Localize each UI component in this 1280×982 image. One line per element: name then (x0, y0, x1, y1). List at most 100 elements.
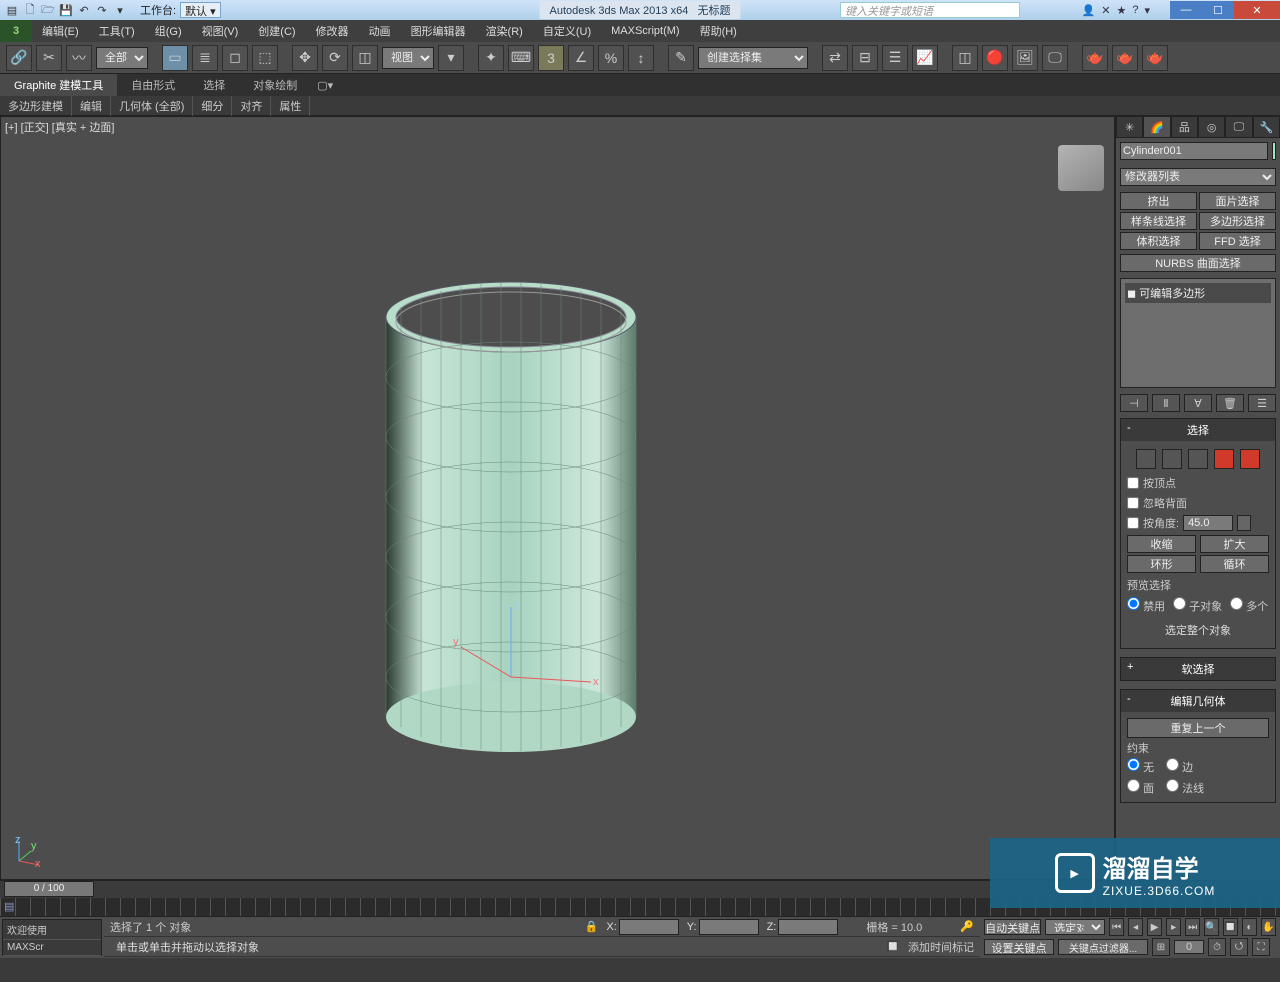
viewcube[interactable] (1058, 145, 1104, 191)
bind-icon[interactable]: 〰 (66, 45, 92, 71)
rollout-soft-header[interactable]: +软选择 (1121, 658, 1275, 680)
rotate-icon[interactable]: ⟳ (322, 45, 348, 71)
ribbon-subdiv[interactable]: 细分 (193, 96, 232, 116)
render-setup-icon[interactable]: 🖼 (1012, 45, 1038, 71)
radio-subobj[interactable] (1173, 597, 1186, 610)
goto-end-icon[interactable]: ⏭ (1185, 918, 1200, 936)
time-config-icon[interactable]: ⏱ (1208, 938, 1226, 956)
layers-icon[interactable]: ☰ (882, 45, 908, 71)
nav-zoom-icon[interactable]: 🔍 (1204, 918, 1219, 936)
menu-grapheditors[interactable]: 图形编辑器 (401, 23, 476, 39)
menu-customize[interactable]: 自定义(U) (533, 23, 601, 39)
subobj-edge[interactable] (1162, 449, 1182, 469)
help-search[interactable]: 键入关键字或短语 (840, 2, 1020, 18)
mod-ffdsel[interactable]: FFD 选择 (1199, 232, 1276, 250)
remove-mod-icon[interactable]: 🗑 (1216, 394, 1244, 412)
ribbon-properties[interactable]: 属性 (271, 96, 310, 116)
named-selection-set[interactable]: 创建选择集 (698, 47, 808, 69)
radio-none[interactable] (1127, 758, 1140, 771)
repeat-last-button[interactable]: 重复上一个 (1127, 718, 1269, 738)
undo-icon[interactable]: ↶ (76, 2, 92, 18)
nav-pan-icon[interactable]: ✋ (1261, 918, 1276, 936)
subobj-element[interactable] (1240, 449, 1260, 469)
nav-zoomall-icon[interactable]: 🔲 (1223, 918, 1238, 936)
panel-tab-modify[interactable]: 🌈 (1143, 116, 1170, 138)
app-logo[interactable]: 3 (0, 20, 32, 42)
pivot-icon[interactable]: ▾ (438, 45, 464, 71)
ribbon-tab-freeform[interactable]: 自由形式 (117, 74, 189, 96)
menu-help[interactable]: 帮助(H) (690, 23, 747, 39)
redo-icon[interactable]: ↷ (94, 2, 110, 18)
configure-icon[interactable]: ☰ (1248, 394, 1276, 412)
play-icon[interactable]: ▶ (1147, 918, 1162, 936)
mirror-icon[interactable]: ⇄ (822, 45, 848, 71)
nav-orbit-icon[interactable]: ⭯ (1230, 938, 1248, 956)
manipulate-icon[interactable]: ✦ (478, 45, 504, 71)
menu-rendering[interactable]: 渲染(R) (476, 23, 533, 39)
exchange-icon[interactable]: ✕ (1101, 4, 1110, 17)
isolate-icon[interactable]: 🔲 (886, 940, 900, 953)
percent-snap-icon[interactable]: % (598, 45, 624, 71)
signin-icon[interactable]: 👤 (1082, 4, 1096, 17)
nav-maximize-icon[interactable]: ⛶ (1252, 938, 1270, 956)
object-name-input[interactable] (1120, 142, 1268, 160)
mod-extrude[interactable]: 挤出 (1120, 192, 1197, 210)
rollout-edit-header[interactable]: -编辑几何体 (1121, 690, 1275, 712)
minimize-button[interactable]: — (1170, 1, 1202, 19)
material-editor-icon[interactable]: 🔴 (982, 45, 1008, 71)
curve-editor-icon[interactable]: 📈 (912, 45, 938, 71)
pin-stack-icon[interactable]: ⊣ (1120, 394, 1148, 412)
rollout-selection-header[interactable]: -选择 (1121, 419, 1275, 441)
app-menu-icon[interactable]: ▤ (4, 2, 20, 18)
ring-button[interactable]: 环形 (1127, 555, 1196, 573)
shrink-button[interactable]: 收缩 (1127, 535, 1196, 553)
keymode-select[interactable]: 选定对 (1045, 919, 1105, 935)
help-icon[interactable]: ? (1132, 4, 1138, 17)
mod-nurbs[interactable]: NURBS 曲面选择 (1120, 254, 1276, 272)
add-time-tag[interactable]: 添加时间标记 (908, 939, 974, 955)
workspace-select[interactable]: 默认 ▾ (180, 2, 221, 18)
menu-views[interactable]: 视图(V) (192, 23, 249, 39)
modifier-list-select[interactable]: 修改器列表 (1120, 168, 1276, 186)
open-icon[interactable]: 🗁 (40, 2, 56, 18)
cylinder-object[interactable]: z x y (381, 277, 641, 757)
coord-x[interactable] (619, 919, 679, 935)
check-ignore-backfacing[interactable] (1127, 497, 1139, 509)
align-icon[interactable]: ⊟ (852, 45, 878, 71)
keyboard-shortcut-icon[interactable]: ⌨ (508, 45, 534, 71)
menu-tools[interactable]: 工具(T) (89, 23, 145, 39)
render-active-icon[interactable]: 🫖 (1142, 45, 1168, 71)
key-mode-icon[interactable]: ⊞ (1152, 938, 1170, 956)
link-icon[interactable]: 🔗 (6, 45, 32, 71)
object-color-swatch[interactable] (1272, 142, 1276, 160)
ribbon-poly-modeling[interactable]: 多边形建模 (0, 96, 72, 116)
loop-button[interactable]: 循环 (1200, 555, 1269, 573)
grow-button[interactable]: 扩大 (1200, 535, 1269, 553)
mod-patchsel[interactable]: 面片选择 (1199, 192, 1276, 210)
time-slider-knob[interactable]: 0 / 100 (4, 881, 94, 897)
autokey-button[interactable]: 自动关键点 (984, 919, 1041, 935)
link-icon[interactable]: ▾ (112, 2, 128, 18)
panel-tab-motion[interactable]: ◎ (1198, 116, 1225, 138)
lock-icon[interactable]: 🔒 (585, 920, 599, 933)
new-icon[interactable]: 🗋 (22, 2, 38, 18)
viewport-label[interactable]: [+] [正交] [真实 + 边面] (5, 119, 114, 135)
subobj-polygon[interactable] (1214, 449, 1234, 469)
stack-item-editpoly[interactable]: ◼ 可编辑多边形 (1125, 283, 1271, 303)
subobj-vertex[interactable] (1136, 449, 1156, 469)
menu-maxscript[interactable]: MAXScript(M) (601, 25, 689, 37)
select-region-rect-icon[interactable]: ◻ (222, 45, 248, 71)
radio-edge[interactable] (1166, 758, 1179, 771)
menu-group[interactable]: 组(G) (145, 23, 192, 39)
scale-icon[interactable]: ◫ (352, 45, 378, 71)
angle-spinbox[interactable]: 45.0 (1183, 515, 1233, 531)
key-icon[interactable]: 🔑 (960, 920, 974, 933)
spinner-snap-icon[interactable]: ↕ (628, 45, 654, 71)
mod-polysel[interactable]: 多边形选择 (1199, 212, 1276, 230)
nav-fov-icon[interactable]: ◐ (1242, 918, 1257, 936)
angle-spinner[interactable] (1237, 515, 1251, 531)
radio-normal[interactable] (1166, 779, 1179, 792)
prev-frame-icon[interactable]: ◂ (1128, 918, 1143, 936)
select-icon[interactable]: ▭ (162, 45, 188, 71)
menu-animation[interactable]: 动画 (359, 23, 401, 39)
